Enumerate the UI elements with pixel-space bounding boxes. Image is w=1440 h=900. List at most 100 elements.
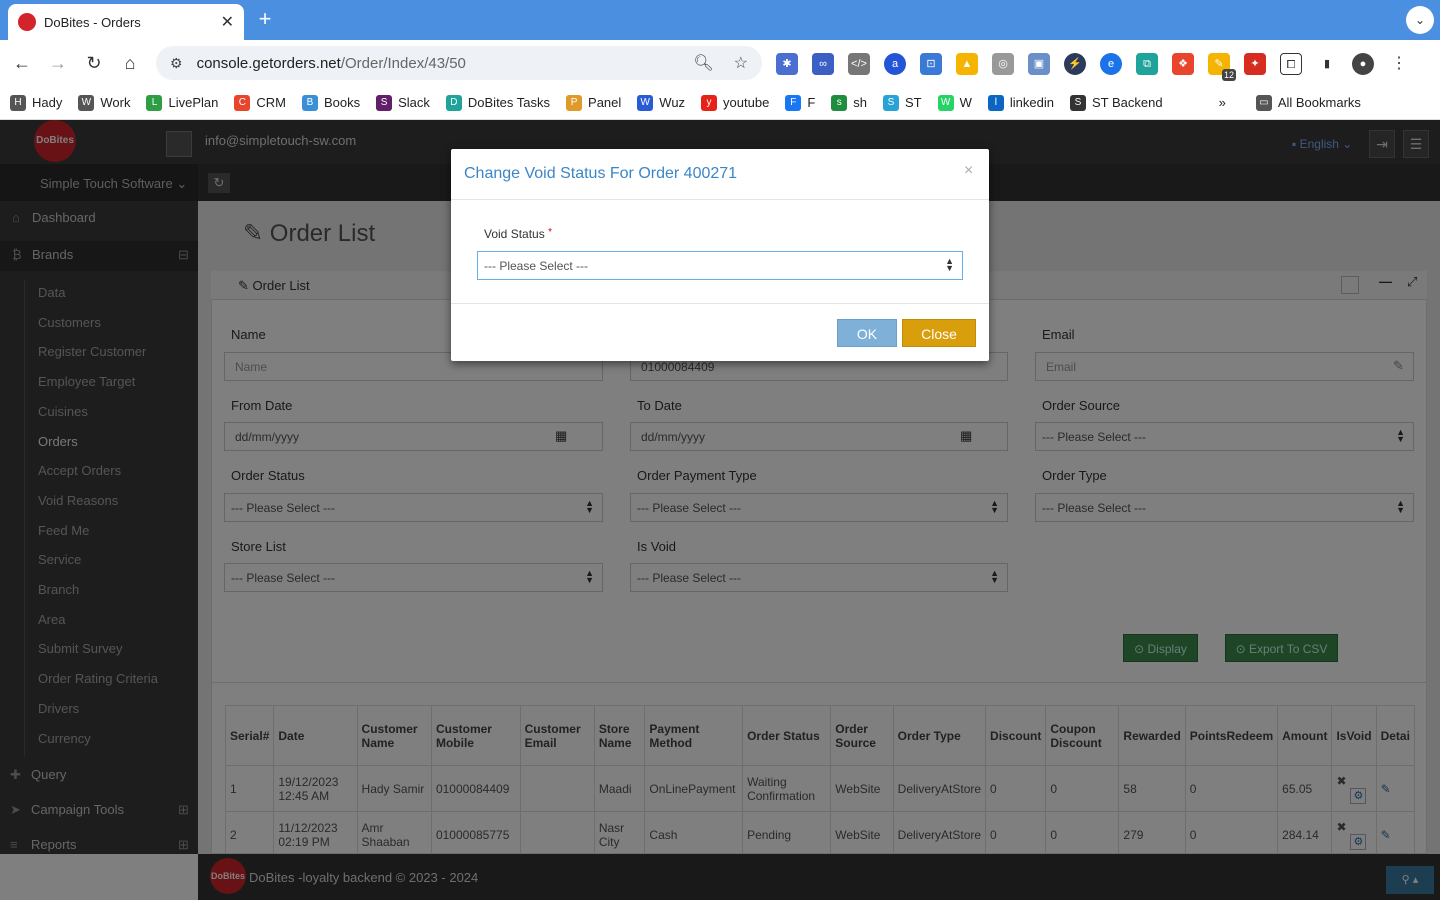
bookmark-wuz[interactable]: W Wuz [637,94,686,111]
bookmark-label: Wuz [659,95,686,110]
bookmark-label: Slack [398,95,430,110]
profile-avatar[interactable]: ● [1352,53,1374,75]
bookmark-st[interactable]: S ST [883,94,922,111]
bookmark-sh[interactable]: s sh [831,94,867,111]
bookmark-label: F [807,95,816,110]
modal-close-icon[interactable]: × [964,162,973,180]
whatsapp-icon: W [937,94,954,111]
sheets-icon: s [831,94,848,111]
w-icon: W [637,94,654,111]
more-bookmarks-icon[interactable]: » [1219,95,1226,110]
slack-icon: S [376,94,393,111]
close-tab-icon[interactable]: ✕ [221,12,234,32]
bookmark-hady[interactable]: H Hady [10,94,63,111]
bookmark-label: linkedin [1009,95,1054,110]
all-bookmarks-folder[interactable]: ▭ All Bookmarks [1255,94,1361,111]
keep-extension-icon[interactable]: ✎ 12 [1208,53,1236,81]
bookmark-label: ST Backend [1092,95,1163,110]
modal-divider [451,303,989,304]
folder-icon: H [10,94,26,111]
pdf-extension-icon[interactable]: ✦ [1244,53,1266,75]
zoom-icon[interactable]: 🔍︎ [693,53,713,73]
bookmark-books[interactable]: B Books [301,94,361,111]
url-path: /Order/Index/43/50 [340,54,466,72]
capture-extension-icon[interactable]: ⧉ [1136,53,1158,75]
st-icon: S [883,94,899,111]
bookmark-w[interactable]: WW [937,94,972,111]
bookmark-crm[interactable]: C CRM [234,94,286,111]
all-bookmarks-label: All Bookmarks [1277,95,1361,110]
chart-icon: L [146,94,163,111]
bookmark-label: sh [853,95,867,110]
tab-search-button[interactable]: ⌄ [1406,6,1434,34]
bookmark-label: Panel [588,95,622,110]
facebook-icon: F [785,94,802,111]
linkedin-icon: l [987,94,1004,111]
youtube-icon: y [701,94,718,111]
modal-title: Change Void Status For Order 400271 [464,165,738,182]
bookmarks-bar: H Hady W Work L LivePlan C CRM B Books S Slack D DoBi… [0,86,1440,120]
browser-tab[interactable]: DoBites - Orders ✕ [8,4,244,40]
home-icon: P [566,94,583,111]
tab-extension-icon[interactable]: ⊡ [920,53,942,75]
folder-icon: W [78,94,95,111]
bookmark-work[interactable]: W Work [78,94,131,111]
bookmark-f[interactable]: FF [785,94,816,111]
image-extension-icon[interactable]: ▣ [1028,53,1050,75]
edge-extension-icon[interactable]: e [1100,53,1122,75]
url-host: console.getorders.net [196,54,341,72]
bookmark-label: Books [323,95,361,110]
back-icon[interactable]: ← [4,53,40,74]
void-status-label: Void Status * [484,227,552,241]
reload-icon[interactable]: ↻ [76,53,112,74]
a-extension-icon[interactable]: a [884,53,906,75]
color-extension-icon[interactable]: ❖ [1172,53,1194,75]
link-extension-icon[interactable]: ∞ [812,53,834,75]
google-ads-icon[interactable]: ▲ [956,53,978,75]
tasks-icon: D [445,94,462,111]
tab-title: DoBites - Orders [44,14,141,30]
globe-icon: S [1070,94,1086,111]
select-arrow-icon: ▲▼ [945,256,954,273]
bookmark-star-icon[interactable]: ☆ [734,53,748,73]
extension-icon[interactable]: ✱ [776,53,798,75]
books-icon: B [301,94,318,111]
folder-icon: ▭ [1255,94,1272,111]
extension-badge: 12 [1221,69,1236,81]
required-mark: * [548,227,552,238]
bookmark-label: youtube [723,95,770,110]
bookmark-slack[interactable]: S Slack [376,94,430,111]
bookmark-linkedin[interactable]: l linkedin [987,94,1054,111]
bookmark-panel[interactable]: P Panel [566,94,622,111]
bookmark-label: ST [905,95,922,110]
dobites-favicon-icon [18,13,36,31]
void-status-label-text: Void Status [484,227,545,241]
new-tab-button[interactable]: + [254,8,276,32]
forward-icon[interactable]: → [40,53,76,74]
address-bar[interactable]: ⚙ console.getorders.net /Order/Index/43/… [156,46,762,80]
void-status-select[interactable]: --- Please Select --- ▲ ▼ [477,251,963,280]
bookmark-st-backend[interactable]: S ST Backend [1070,94,1163,111]
home-icon[interactable]: ⌂ [112,53,148,74]
bookmark-liveplan[interactable]: L LivePlan [146,94,219,111]
sidebar-toggle-icon[interactable]: ▮ [1316,53,1338,75]
signal-extension-icon[interactable]: ◎ [992,53,1014,75]
bookmark-dobites-tasks[interactable]: D DoBites Tasks [445,94,551,111]
ok-button[interactable]: OK [837,319,897,347]
extensions-bar: ✱ ∞ </> a ⊡ ▲ ◎ ▣ ⚡ e ⧉ ❖ ✎ 12 ✦ ⧠ ▮ ● ⋮ [776,52,1410,81]
browser-menu-icon[interactable]: ⋮ [1388,53,1410,75]
crm-icon: C [234,94,251,111]
bookmark-label: Work [100,95,131,110]
close-button[interactable]: Close [902,319,976,347]
bolt-extension-icon[interactable]: ⚡ [1064,53,1086,75]
site-info-icon[interactable]: ⚙ [170,55,183,72]
extensions-puzzle-icon[interactable]: ⧠ [1280,53,1302,75]
bookmark-label: LivePlan [168,95,219,110]
bookmark-youtube[interactable]: y youtube [701,94,770,111]
code-extension-icon[interactable]: </> [848,53,870,75]
bookmark-label: Hady [32,95,63,110]
modal-divider [451,199,989,200]
void-status-value: --- Please Select --- [484,259,589,273]
bookmark-label: W [959,95,972,110]
bookmark-label: DoBites Tasks [467,95,551,110]
